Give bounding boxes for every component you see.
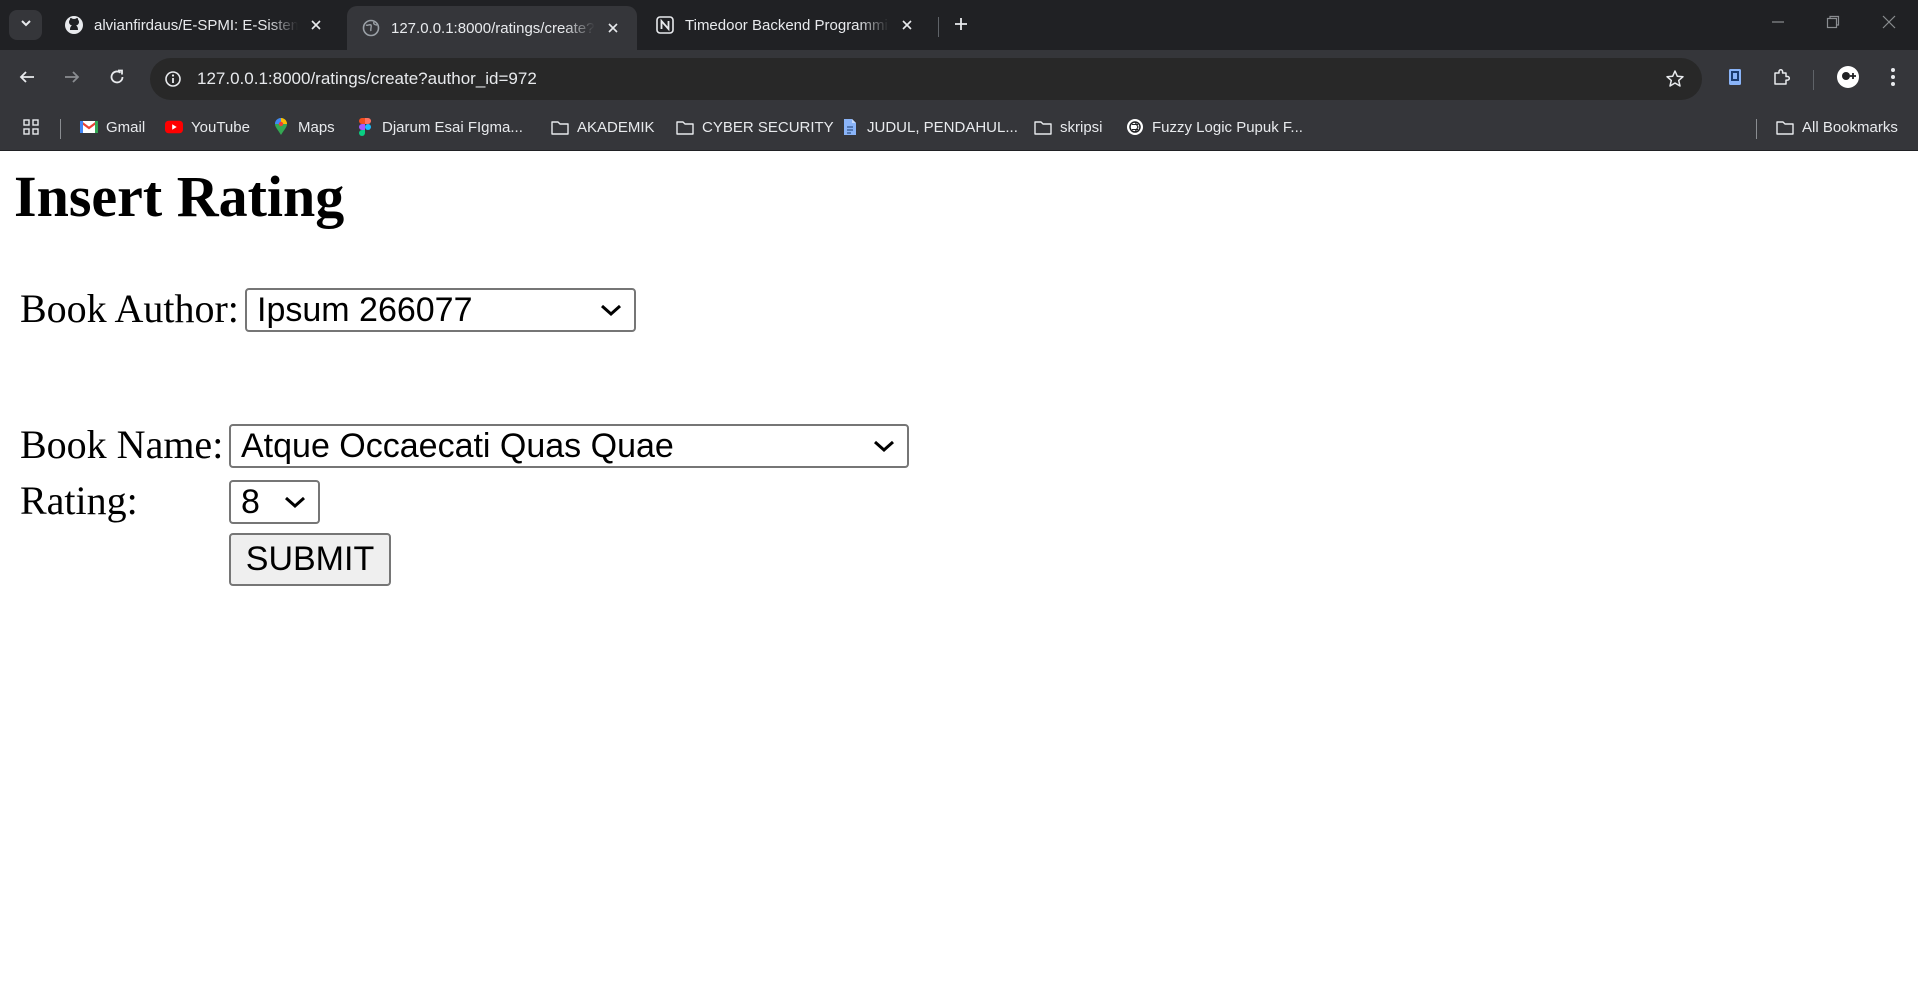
restore-button[interactable] [1808,8,1858,40]
openai-icon [1126,118,1144,136]
close-icon [1882,15,1896,34]
folder-icon [676,118,694,136]
doc-icon [841,118,859,136]
tab-separator [938,17,939,37]
globe-icon [361,18,381,38]
bookmark-youtube[interactable]: YouTube [165,107,250,147]
puzzle-icon [1771,67,1791,92]
bookmark-label: YouTube [191,118,250,136]
book-author-label: Book Author: [20,286,239,331]
toolbar-separator [1813,70,1814,90]
plus-icon [953,16,969,37]
rating-select[interactable]: 8 [229,480,320,524]
notion-icon [655,15,675,35]
browser-toolbar: 127.0.0.1:8000/ratings/create?author_id=… [0,50,1918,107]
menu-button[interactable] [1876,62,1910,96]
close-icon[interactable] [603,18,623,38]
bookmark-folder-skripsi[interactable]: skripsi [1034,107,1103,147]
folder-icon [1034,118,1052,136]
github-icon [64,15,84,35]
bookmark-maps[interactable]: Maps [272,107,335,147]
tab-strip: alvianfirdaus/E-SPMI: E-Sistem P 127.0.0… [0,0,1918,50]
minimize-icon [1771,15,1785,34]
bookmark-folder-cyber-security[interactable]: CYBER SECURITY [676,107,834,147]
close-icon[interactable] [306,15,326,35]
rating-label: Rating: [20,478,138,523]
restore-icon [1826,15,1840,34]
bookmark-judul[interactable]: JUDUL, PENDAHUL... [841,107,1018,147]
gmail-icon [80,118,98,136]
url-text[interactable]: 127.0.0.1:8000/ratings/create?author_id=… [197,58,537,100]
chevron-down-icon [280,492,310,512]
bookmark-label: skripsi [1060,118,1103,136]
reload-icon [108,68,126,91]
maps-icon [272,118,290,136]
site-info-icon[interactable] [160,66,186,92]
bookmark-label: AKADEMIK [577,118,655,136]
bookmarks-bar: Gmail YouTube Maps Djarum Esai FIgma... … [0,107,1918,151]
folder-icon [551,118,569,136]
bookmark-label: Fuzzy Logic Pupuk F... [1152,118,1303,136]
arrow-left-icon [18,68,36,91]
book-name-select[interactable]: Atque Occaecati Quas Quae [229,424,909,468]
bookmark-gmail[interactable]: Gmail [80,107,145,147]
folder-icon [1776,118,1794,136]
tab-title: Timedoor Backend Programming [685,16,889,34]
rating-value: 8 [241,482,260,521]
bookmark-separator [60,119,61,139]
book-name-label: Book Name: [20,422,224,467]
page-content: Insert Rating Book Author: Ipsum 266077 … [0,151,1918,997]
book-author-value: Ipsum 266077 [257,290,473,329]
tab-ratings-create[interactable]: 127.0.0.1:8000/ratings/create?author_id=… [347,6,637,50]
minimize-button[interactable] [1753,8,1803,40]
chevron-down-icon [869,436,899,456]
all-bookmarks-button[interactable]: All Bookmarks [1776,107,1898,147]
bookmark-label: Maps [298,118,335,136]
bookmark-label: CYBER SECURITY [702,118,834,136]
apps-button[interactable] [22,107,48,147]
book-extension-icon [1725,67,1745,92]
arrow-right-icon [63,68,81,91]
bookmark-label: Djarum Esai FIgma... [382,118,523,136]
reading-list-button[interactable] [1718,62,1752,96]
bookmark-separator [1756,119,1757,139]
youtube-icon [165,118,183,136]
bookmark-star-icon[interactable] [1662,66,1688,92]
book-name-value: Atque Occaecati Quas Quae [241,426,674,465]
tab-title: 127.0.0.1:8000/ratings/create?author_id=… [391,19,595,37]
back-button[interactable] [10,62,44,96]
book-author-select[interactable]: Ipsum 266077 [245,288,636,332]
bookmark-label: JUDUL, PENDAHUL... [867,118,1018,136]
forward-button[interactable] [55,62,89,96]
bookmark-fuzzy-logic[interactable]: Fuzzy Logic Pupuk F... [1126,107,1303,147]
bookmark-figma[interactable]: Djarum Esai FIgma... [356,107,523,147]
extensions-button[interactable] [1764,62,1798,96]
avatar [1836,65,1860,94]
submit-button[interactable]: SUBMIT [229,533,391,586]
chevron-down-icon [19,16,33,35]
apps-grid-icon [22,118,40,136]
tab-title: alvianfirdaus/E-SPMI: E-Sistem P [94,16,298,34]
tab-github[interactable]: alvianfirdaus/E-SPMI: E-Sistem P [50,6,340,44]
tab-timedoor[interactable]: Timedoor Backend Programming [641,6,931,44]
new-tab-button[interactable] [948,13,974,39]
all-bookmarks-label: All Bookmarks [1802,118,1898,136]
bookmark-label: Gmail [106,118,146,136]
page-title: Insert Rating [14,164,345,229]
chevron-down-icon [596,300,626,320]
window-close-button[interactable] [1864,8,1914,40]
address-bar[interactable]: 127.0.0.1:8000/ratings/create?author_id=… [150,58,1702,100]
tab-search-button[interactable] [9,10,42,40]
profile-button[interactable] [1831,62,1865,96]
reload-button[interactable] [100,62,134,96]
figma-icon [356,118,374,136]
bookmark-folder-akademik[interactable]: AKADEMIK [551,107,655,147]
more-vert-icon [1890,67,1896,92]
close-icon[interactable] [897,15,917,35]
